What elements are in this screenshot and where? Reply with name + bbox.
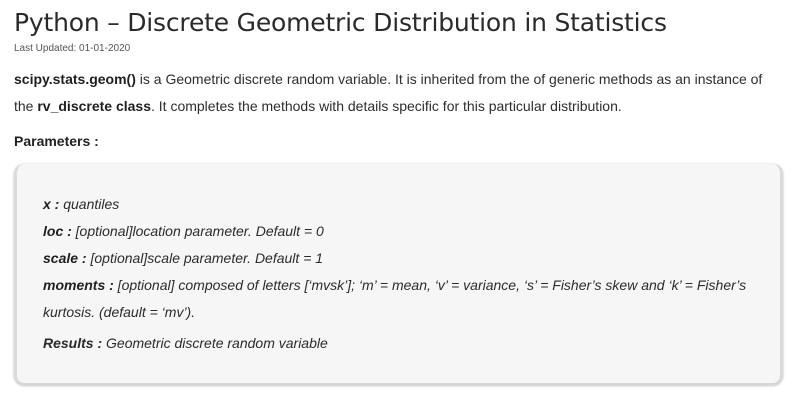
class-name: rv_discrete class bbox=[37, 98, 151, 114]
parameter-desc: quantiles bbox=[59, 196, 120, 212]
parameter-desc: [optional]scale parameter. Default = 1 bbox=[86, 250, 324, 266]
parameter-desc: [optional]location parameter. Default = … bbox=[71, 223, 324, 239]
intro-text-2: . It completes the methods with details … bbox=[151, 98, 622, 114]
parameter-name: x : bbox=[43, 196, 60, 212]
parameter-item: moments : [optional] composed of letters… bbox=[43, 272, 763, 326]
intro-paragraph: scipy.stats.geom() is a Geometric discre… bbox=[14, 66, 784, 120]
parameter-list: x : quantiles loc : [optional]location p… bbox=[43, 191, 763, 326]
parameter-item: loc : [optional]location parameter. Defa… bbox=[43, 218, 763, 245]
parameters-heading: Parameters : bbox=[14, 133, 99, 149]
results-label: Results : bbox=[43, 335, 103, 351]
parameter-name: loc : bbox=[43, 223, 72, 239]
results-desc: Geometric discrete random variable bbox=[102, 335, 328, 351]
parameters-box: x : quantiles loc : [optional]location p… bbox=[14, 164, 783, 385]
parameter-name: scale : bbox=[43, 250, 87, 266]
last-updated-date: Last Updated: 01-01-2020 bbox=[14, 43, 131, 54]
parameter-item: scale : [optional]scale parameter. Defau… bbox=[43, 245, 763, 272]
parameter-item: x : quantiles bbox=[43, 191, 763, 218]
function-name: scipy.stats.geom() bbox=[14, 71, 136, 87]
parameter-desc: [optional] composed of letters [‘mvsk’];… bbox=[43, 277, 747, 320]
results-line: Results : Geometric discrete random vari… bbox=[43, 335, 328, 351]
page-title: Python – Discrete Geometric Distribution… bbox=[14, 8, 667, 37]
parameter-name: moments : bbox=[43, 277, 114, 293]
